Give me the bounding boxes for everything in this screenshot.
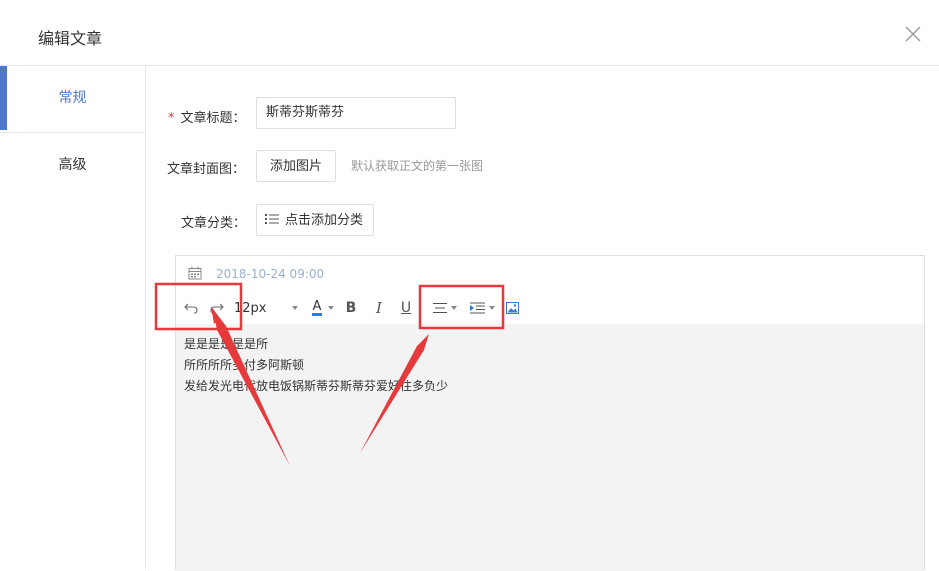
content-line-1: 是是是是是是所	[184, 337, 269, 351]
chevron-down-icon	[292, 306, 298, 310]
font-color-icon: A	[311, 299, 323, 316]
chevron-down-icon	[328, 306, 335, 310]
editor-content[interactable]: 是是是是是是所 所所所所多付多阿斯顿 发给发光电代放电饭锅斯蒂芬斯蒂芬爱好往多负…	[176, 324, 924, 571]
add-category-button[interactable]: 点击添加分类	[256, 204, 374, 236]
sidebar: 常规 高级	[0, 66, 146, 570]
title-label: * 文章标题：	[168, 107, 246, 126]
tab-general-label: 常规	[58, 90, 87, 106]
add-category-label: 点击添加分类	[285, 213, 364, 228]
calendar-icon	[188, 266, 202, 280]
bold-button[interactable]: B	[340, 292, 362, 324]
modal-header: 编辑文章	[0, 0, 939, 66]
chevron-down-icon	[451, 306, 457, 310]
close-button[interactable]	[903, 24, 923, 44]
insert-image-button[interactable]	[502, 292, 522, 324]
undo-button[interactable]	[180, 292, 202, 324]
content-line-2: 所所所所多付多阿斯顿	[184, 358, 305, 372]
align-icon	[433, 303, 447, 313]
indent-button[interactable]	[466, 292, 498, 324]
editor-toolbar: 12px A B I U	[176, 292, 924, 325]
date-picker[interactable]: 2018-10-24 09:00	[176, 256, 924, 293]
font-size-value: 12px	[234, 300, 267, 316]
align-button[interactable]	[430, 292, 460, 324]
chevron-down-icon	[488, 306, 495, 310]
category-label: 文章分类：	[181, 216, 247, 231]
image-icon	[505, 302, 519, 314]
title-label-text: 文章标题：	[180, 111, 246, 126]
italic-button[interactable]: I	[368, 292, 390, 324]
close-icon	[905, 26, 921, 42]
redo-icon	[210, 303, 224, 314]
required-mark: *	[168, 111, 175, 126]
font-color-button[interactable]: A	[308, 292, 338, 324]
indent-icon	[469, 302, 485, 314]
underline-button[interactable]: U	[395, 292, 417, 324]
tab-advanced-label: 高级	[58, 157, 87, 173]
content-line-3: 发给发光电代放电饭锅斯蒂芬斯蒂芬爱好往多负少	[184, 379, 449, 393]
tab-general[interactable]: 常规	[0, 66, 145, 130]
title-input[interactable]: 斯蒂芬斯蒂芬	[256, 97, 456, 129]
cover-hint: 默认获取正文的第一张图	[351, 159, 484, 173]
tab-advanced[interactable]: 高级	[0, 132, 145, 197]
font-size-select[interactable]: 12px	[234, 292, 304, 324]
redo-button[interactable]	[206, 292, 228, 324]
list-icon	[265, 214, 279, 224]
add-image-button[interactable]: 添加图片	[256, 150, 336, 182]
date-value: 2018-10-24 09:00	[216, 267, 325, 281]
editor: 2018-10-24 09:00 12px A B I U 是是是是是是所 所所…	[175, 255, 925, 571]
modal-title: 编辑文章	[38, 29, 103, 48]
cover-label: 文章封面图：	[167, 162, 246, 177]
undo-icon	[184, 303, 198, 314]
